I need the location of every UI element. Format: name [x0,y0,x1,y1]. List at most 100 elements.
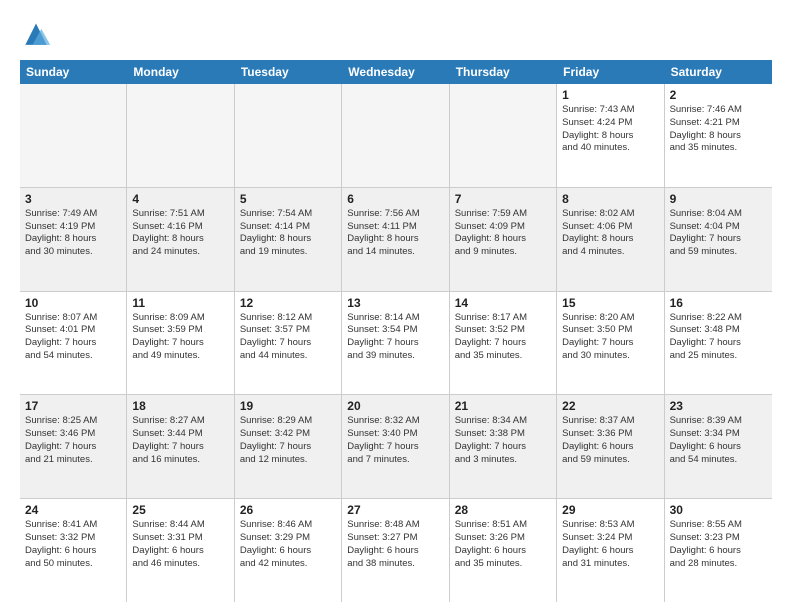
day-number: 22 [562,399,658,413]
day-info: Sunrise: 8:39 AM Sunset: 3:34 PM Dayligh… [670,415,767,466]
cal-cell-2-3: 5Sunrise: 7:54 AM Sunset: 4:14 PM Daylig… [235,188,342,291]
cal-cell-2-5: 7Sunrise: 7:59 AM Sunset: 4:09 PM Daylig… [450,188,557,291]
cal-cell-1-3 [235,84,342,187]
day-number: 11 [132,296,228,310]
header [20,16,772,52]
day-info: Sunrise: 7:46 AM Sunset: 4:21 PM Dayligh… [670,104,767,155]
cal-cell-3-7: 16 Sunrise: 8:22 AM Sunset: 3:48 PM Dayli… [665,292,772,395]
cal-cell-3-4: 13 Sunrise: 8:14 AM Sunset: 3:54 PM Dayli… [342,292,449,395]
weekday-header-wednesday: Wednesday [342,60,449,84]
weekday-header-sunday: Sunday [20,60,127,84]
cal-cell-5-4: 27Sunrise: 8:48 AM Sunset: 3:27 PM Dayli… [342,499,449,602]
calendar-header: SundayMondayTuesdayWednesdayThursdayFrid… [20,60,772,84]
cal-cell-2-2: 4Sunrise: 7:51 AM Sunset: 4:16 PM Daylig… [127,188,234,291]
day-info: Sunrise: 8:04 AM Sunset: 4:04 PM Dayligh… [670,208,767,259]
calendar-body: 1 Sunrise: 7:43 AM Sunset: 4:24 PM Daylig… [20,84,772,602]
cal-cell-4-2: 18 Sunrise: 8:27 AM Sunset: 3:44 PM Dayli… [127,395,234,498]
day-info: Sunrise: 8:25 AM Sunset: 3:46 PM Dayligh… [25,415,121,466]
cal-cell-3-1: 10 Sunrise: 8:07 AM Sunset: 4:01 PM Dayli… [20,292,127,395]
day-number: 10 [25,296,121,310]
day-info: Sunrise: 8:55 AM Sunset: 3:23 PM Dayligh… [670,519,767,570]
calendar-row-4: 17 Sunrise: 8:25 AM Sunset: 3:46 PM Dayli… [20,395,772,499]
cal-cell-1-5 [450,84,557,187]
day-info: Sunrise: 8:32 AM Sunset: 3:40 PM Dayligh… [347,415,443,466]
day-info: Sunrise: 8:34 AM Sunset: 3:38 PM Dayligh… [455,415,551,466]
day-number: 18 [132,399,228,413]
day-info: Sunrise: 8:46 AM Sunset: 3:29 PM Dayligh… [240,519,336,570]
day-number: 20 [347,399,443,413]
day-number: 12 [240,296,336,310]
day-number: 26 [240,503,336,517]
cal-cell-4-5: 21 Sunrise: 8:34 AM Sunset: 3:38 PM Dayli… [450,395,557,498]
weekday-header-saturday: Saturday [665,60,772,84]
day-info: Sunrise: 8:29 AM Sunset: 3:42 PM Dayligh… [240,415,336,466]
cal-cell-3-5: 14 Sunrise: 8:17 AM Sunset: 3:52 PM Dayli… [450,292,557,395]
day-info: Sunrise: 8:27 AM Sunset: 3:44 PM Dayligh… [132,415,228,466]
day-info: Sunrise: 7:43 AM Sunset: 4:24 PM Dayligh… [562,104,658,155]
day-number: 13 [347,296,443,310]
cal-cell-4-6: 22Sunrise: 8:37 AM Sunset: 3:36 PM Dayli… [557,395,664,498]
day-number: 4 [132,192,228,206]
cal-cell-1-4 [342,84,449,187]
day-number: 28 [455,503,551,517]
calendar-row-5: 24Sunrise: 8:41 AM Sunset: 3:32 PM Dayli… [20,499,772,602]
day-number: 19 [240,399,336,413]
day-info: Sunrise: 8:09 AM Sunset: 3:59 PM Dayligh… [132,312,228,363]
logo-icon [20,20,52,52]
calendar-row-2: 3 Sunrise: 7:49 AM Sunset: 4:19 PM Daylig… [20,188,772,292]
cal-cell-1-6: 1 Sunrise: 7:43 AM Sunset: 4:24 PM Daylig… [557,84,664,187]
day-info: Sunrise: 8:44 AM Sunset: 3:31 PM Dayligh… [132,519,228,570]
weekday-header-monday: Monday [127,60,234,84]
cal-cell-4-7: 23 Sunrise: 8:39 AM Sunset: 3:34 PM Dayli… [665,395,772,498]
day-info: Sunrise: 7:56 AM Sunset: 4:11 PM Dayligh… [347,208,443,259]
day-info: Sunrise: 8:14 AM Sunset: 3:54 PM Dayligh… [347,312,443,363]
calendar-row-1: 1 Sunrise: 7:43 AM Sunset: 4:24 PM Daylig… [20,84,772,188]
day-info: Sunrise: 8:41 AM Sunset: 3:32 PM Dayligh… [25,519,121,570]
day-number: 7 [455,192,551,206]
day-number: 21 [455,399,551,413]
day-number: 30 [670,503,767,517]
day-number: 23 [670,399,767,413]
logo [20,20,54,52]
page: SundayMondayTuesdayWednesdayThursdayFrid… [0,0,792,612]
day-number: 3 [25,192,121,206]
calendar: SundayMondayTuesdayWednesdayThursdayFrid… [20,60,772,602]
day-number: 1 [562,88,658,102]
day-number: 5 [240,192,336,206]
day-info: Sunrise: 8:48 AM Sunset: 3:27 PM Dayligh… [347,519,443,570]
cal-cell-1-7: 2 Sunrise: 7:46 AM Sunset: 4:21 PM Daylig… [665,84,772,187]
day-info: Sunrise: 8:12 AM Sunset: 3:57 PM Dayligh… [240,312,336,363]
cal-cell-1-2 [127,84,234,187]
day-number: 14 [455,296,551,310]
cal-cell-2-1: 3 Sunrise: 7:49 AM Sunset: 4:19 PM Daylig… [20,188,127,291]
cal-cell-4-3: 19 Sunrise: 8:29 AM Sunset: 3:42 PM Dayli… [235,395,342,498]
cal-cell-2-4: 6Sunrise: 7:56 AM Sunset: 4:11 PM Daylig… [342,188,449,291]
day-number: 8 [562,192,658,206]
cal-cell-5-7: 30 Sunrise: 8:55 AM Sunset: 3:23 PM Dayli… [665,499,772,602]
day-info: Sunrise: 8:07 AM Sunset: 4:01 PM Dayligh… [25,312,121,363]
cal-cell-4-4: 20 Sunrise: 8:32 AM Sunset: 3:40 PM Dayli… [342,395,449,498]
day-info: Sunrise: 8:51 AM Sunset: 3:26 PM Dayligh… [455,519,551,570]
day-number: 15 [562,296,658,310]
day-info: Sunrise: 8:22 AM Sunset: 3:48 PM Dayligh… [670,312,767,363]
day-info: Sunrise: 8:02 AM Sunset: 4:06 PM Dayligh… [562,208,658,259]
day-info: Sunrise: 8:20 AM Sunset: 3:50 PM Dayligh… [562,312,658,363]
day-number: 2 [670,88,767,102]
weekday-header-tuesday: Tuesday [235,60,342,84]
day-info: Sunrise: 7:49 AM Sunset: 4:19 PM Dayligh… [25,208,121,259]
cal-cell-3-6: 15 Sunrise: 8:20 AM Sunset: 3:50 PM Dayli… [557,292,664,395]
day-number: 25 [132,503,228,517]
day-info: Sunrise: 8:53 AM Sunset: 3:24 PM Dayligh… [562,519,658,570]
day-info: Sunrise: 8:17 AM Sunset: 3:52 PM Dayligh… [455,312,551,363]
cal-cell-3-3: 12 Sunrise: 8:12 AM Sunset: 3:57 PM Dayli… [235,292,342,395]
cal-cell-4-1: 17 Sunrise: 8:25 AM Sunset: 3:46 PM Dayli… [20,395,127,498]
day-number: 29 [562,503,658,517]
cal-cell-5-5: 28 Sunrise: 8:51 AM Sunset: 3:26 PM Dayli… [450,499,557,602]
cal-cell-5-1: 24Sunrise: 8:41 AM Sunset: 3:32 PM Dayli… [20,499,127,602]
cal-cell-2-6: 8 Sunrise: 8:02 AM Sunset: 4:06 PM Daylig… [557,188,664,291]
day-number: 9 [670,192,767,206]
cal-cell-5-6: 29 Sunrise: 8:53 AM Sunset: 3:24 PM Dayli… [557,499,664,602]
cal-cell-3-2: 11 Sunrise: 8:09 AM Sunset: 3:59 PM Dayli… [127,292,234,395]
day-number: 17 [25,399,121,413]
day-number: 16 [670,296,767,310]
